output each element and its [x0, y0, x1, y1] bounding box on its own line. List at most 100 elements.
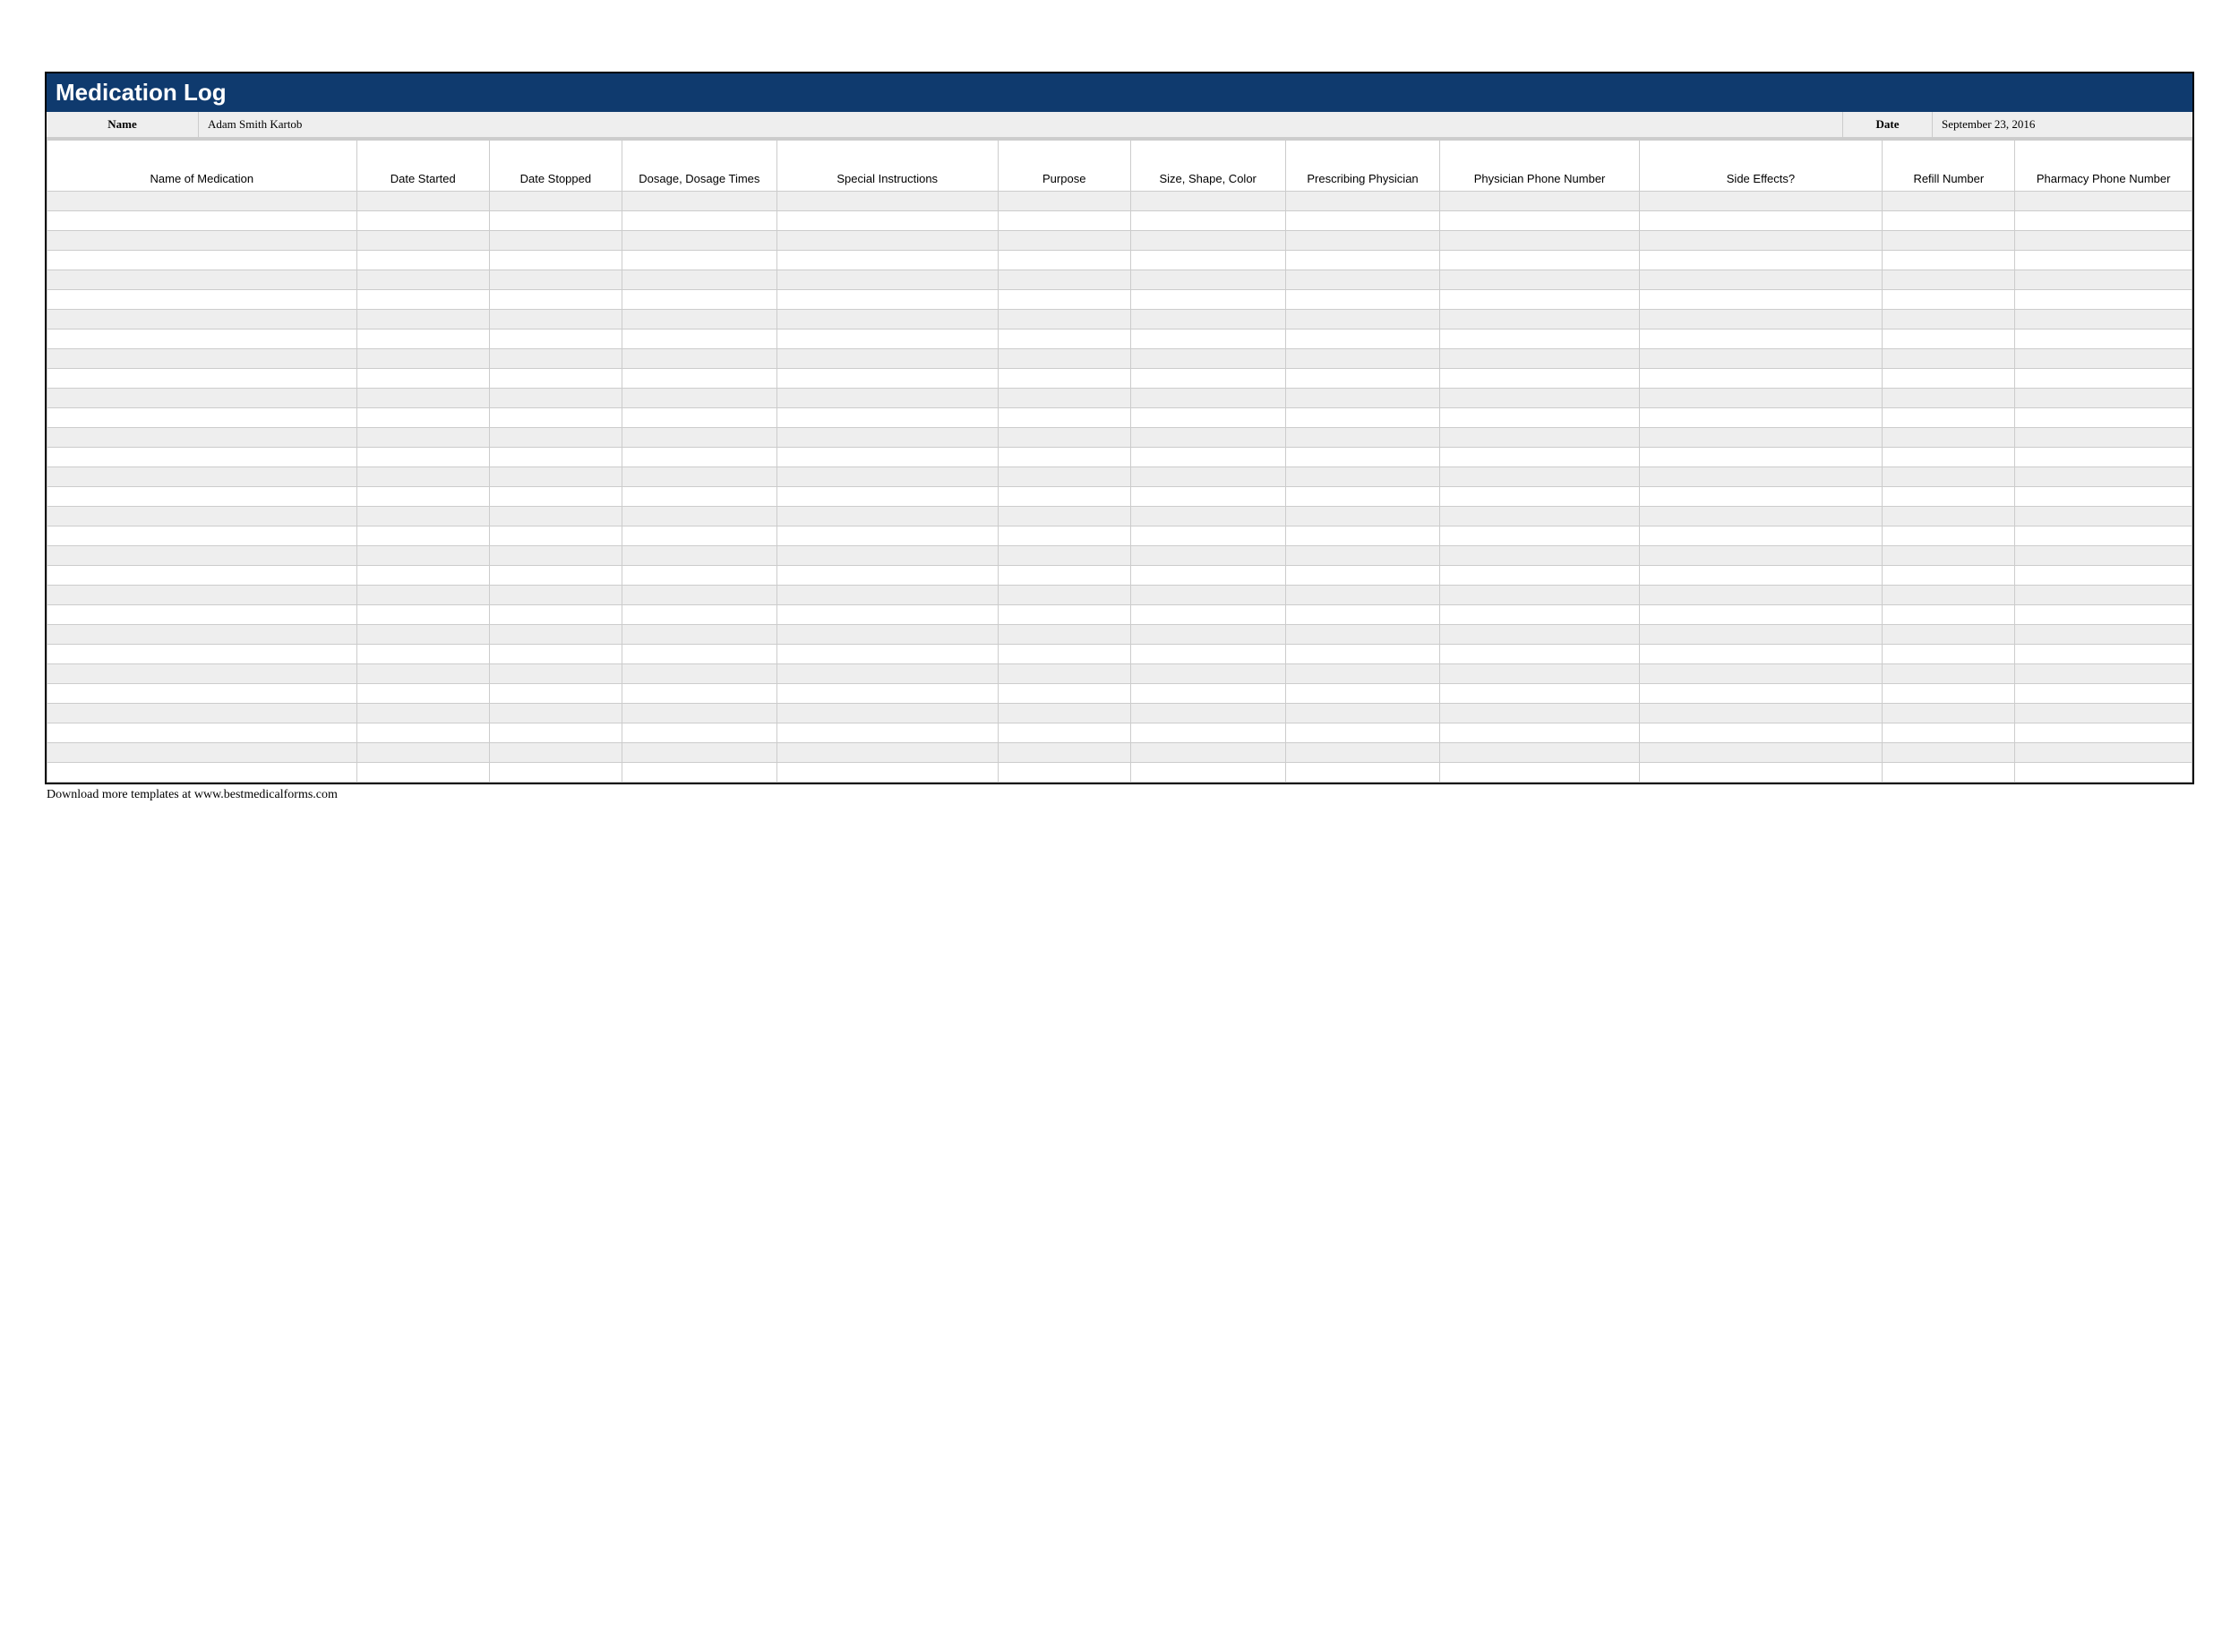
table-cell[interactable] — [776, 290, 998, 310]
table-cell[interactable] — [1285, 546, 1440, 566]
table-cell[interactable] — [1130, 310, 1285, 330]
table-cell[interactable] — [1883, 704, 2015, 723]
table-cell[interactable] — [776, 389, 998, 408]
table-cell[interactable] — [47, 743, 357, 763]
table-cell[interactable] — [1883, 270, 2015, 290]
table-cell[interactable] — [622, 723, 776, 743]
table-cell[interactable] — [1639, 270, 1883, 290]
table-cell[interactable] — [1130, 211, 1285, 231]
table-cell[interactable] — [1130, 192, 1285, 211]
table-cell[interactable] — [489, 586, 622, 605]
table-cell[interactable] — [622, 625, 776, 645]
table-cell[interactable] — [1285, 586, 1440, 605]
table-cell[interactable] — [622, 428, 776, 448]
table-cell[interactable] — [1883, 310, 2015, 330]
table-cell[interactable] — [1285, 349, 1440, 369]
table-cell[interactable] — [776, 526, 998, 546]
table-cell[interactable] — [1883, 605, 2015, 625]
table-cell[interactable] — [776, 211, 998, 231]
table-cell[interactable] — [998, 487, 1130, 507]
table-cell[interactable] — [47, 625, 357, 645]
table-cell[interactable] — [2015, 684, 2192, 704]
table-cell[interactable] — [1440, 192, 1639, 211]
table-cell[interactable] — [1639, 349, 1883, 369]
table-cell[interactable] — [356, 270, 489, 290]
table-cell[interactable] — [47, 251, 357, 270]
table-cell[interactable] — [1440, 586, 1639, 605]
table-cell[interactable] — [2015, 270, 2192, 290]
table-cell[interactable] — [1883, 408, 2015, 428]
table-cell[interactable] — [1440, 684, 1639, 704]
table-cell[interactable] — [1883, 763, 2015, 783]
table-cell[interactable] — [1639, 586, 1883, 605]
table-cell[interactable] — [489, 467, 622, 487]
table-cell[interactable] — [1285, 487, 1440, 507]
table-cell[interactable] — [776, 664, 998, 684]
table-cell[interactable] — [1883, 586, 2015, 605]
table-cell[interactable] — [1639, 487, 1883, 507]
table-cell[interactable] — [1440, 645, 1639, 664]
table-cell[interactable] — [47, 586, 357, 605]
table-cell[interactable] — [1639, 605, 1883, 625]
table-cell[interactable] — [1285, 231, 1440, 251]
table-cell[interactable] — [1883, 251, 2015, 270]
table-cell[interactable] — [1639, 684, 1883, 704]
table-cell[interactable] — [1285, 310, 1440, 330]
table-cell[interactable] — [47, 487, 357, 507]
table-cell[interactable] — [356, 586, 489, 605]
table-cell[interactable] — [622, 467, 776, 487]
table-cell[interactable] — [1883, 428, 2015, 448]
table-cell[interactable] — [1130, 408, 1285, 428]
table-cell[interactable] — [1285, 645, 1440, 664]
table-cell[interactable] — [622, 251, 776, 270]
table-cell[interactable] — [1130, 526, 1285, 546]
table-cell[interactable] — [356, 389, 489, 408]
table-cell[interactable] — [1130, 487, 1285, 507]
table-cell[interactable] — [998, 684, 1130, 704]
table-cell[interactable] — [1639, 211, 1883, 231]
table-cell[interactable] — [356, 526, 489, 546]
table-cell[interactable] — [1883, 369, 2015, 389]
table-cell[interactable] — [489, 369, 622, 389]
table-cell[interactable] — [1440, 310, 1639, 330]
table-cell[interactable] — [2015, 645, 2192, 664]
table-cell[interactable] — [47, 507, 357, 526]
table-cell[interactable] — [1883, 389, 2015, 408]
table-cell[interactable] — [2015, 349, 2192, 369]
table-cell[interactable] — [489, 684, 622, 704]
table-cell[interactable] — [1285, 192, 1440, 211]
table-cell[interactable] — [622, 704, 776, 723]
table-cell[interactable] — [1440, 526, 1639, 546]
table-cell[interactable] — [1130, 467, 1285, 487]
table-cell[interactable] — [356, 192, 489, 211]
table-cell[interactable] — [1883, 211, 2015, 231]
table-cell[interactable] — [489, 743, 622, 763]
table-cell[interactable] — [1883, 664, 2015, 684]
table-cell[interactable] — [776, 192, 998, 211]
table-cell[interactable] — [776, 625, 998, 645]
table-cell[interactable] — [1285, 211, 1440, 231]
table-cell[interactable] — [1285, 723, 1440, 743]
table-cell[interactable] — [47, 704, 357, 723]
table-cell[interactable] — [47, 290, 357, 310]
table-cell[interactable] — [489, 192, 622, 211]
table-cell[interactable] — [356, 684, 489, 704]
table-cell[interactable] — [2015, 369, 2192, 389]
table-cell[interactable] — [489, 763, 622, 783]
table-cell[interactable] — [1440, 408, 1639, 428]
table-cell[interactable] — [1440, 507, 1639, 526]
table-cell[interactable] — [47, 605, 357, 625]
table-cell[interactable] — [998, 408, 1130, 428]
table-cell[interactable] — [489, 566, 622, 586]
table-cell[interactable] — [1130, 566, 1285, 586]
table-cell[interactable] — [1130, 389, 1285, 408]
table-cell[interactable] — [622, 664, 776, 684]
table-cell[interactable] — [47, 192, 357, 211]
table-cell[interactable] — [489, 251, 622, 270]
table-cell[interactable] — [1440, 231, 1639, 251]
table-cell[interactable] — [47, 428, 357, 448]
table-cell[interactable] — [1285, 507, 1440, 526]
table-cell[interactable] — [622, 566, 776, 586]
table-cell[interactable] — [356, 467, 489, 487]
table-cell[interactable] — [1883, 684, 2015, 704]
